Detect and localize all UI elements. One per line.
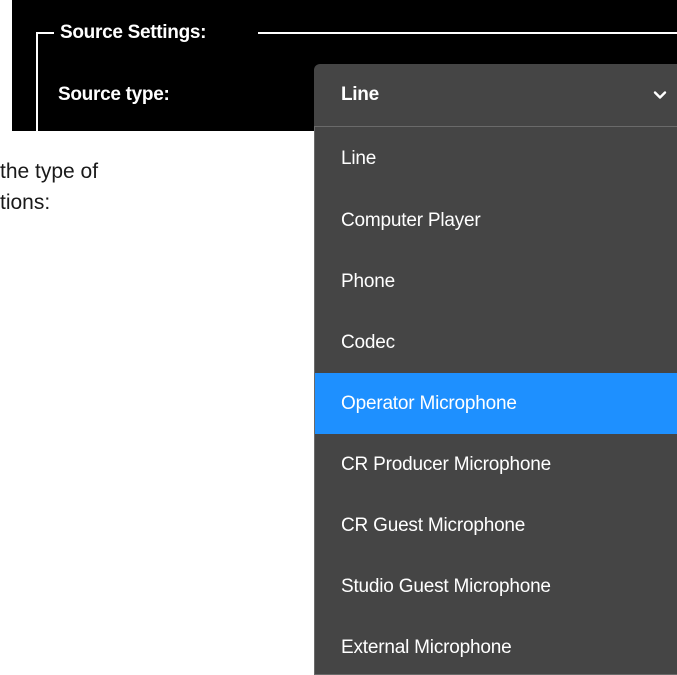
source-type-select[interactable]: Line	[314, 64, 677, 126]
source-type-dropdown-list: Line Computer Player Phone Codec Operato…	[314, 126, 677, 675]
option-cr-guest-microphone[interactable]: CR Guest Microphone	[315, 495, 677, 556]
page-background-strip	[0, 0, 12, 131]
source-type-label: Source type:	[58, 84, 170, 105]
body-paragraph: the type of tions:	[0, 156, 98, 218]
fieldset-border	[36, 32, 38, 131]
option-computer-player[interactable]: Computer Player	[315, 190, 677, 251]
fieldset-border	[258, 32, 677, 34]
chevron-down-icon[interactable]	[653, 88, 667, 102]
body-text-line: the type of	[0, 160, 99, 183]
body-text-line: tions:	[0, 191, 51, 214]
option-external-microphone[interactable]: External Microphone	[315, 617, 677, 674]
option-cr-producer-microphone[interactable]: CR Producer Microphone	[315, 434, 677, 495]
source-settings-legend: Source Settings:	[60, 22, 207, 43]
option-phone[interactable]: Phone	[315, 251, 677, 312]
source-settings-panel: Source Settings: Source type: Line	[0, 0, 677, 131]
screen: Source Settings: Source type: Line the t…	[0, 0, 677, 675]
option-studio-guest-microphone[interactable]: Studio Guest Microphone	[315, 556, 677, 617]
fieldset-border	[36, 32, 54, 34]
option-operator-microphone[interactable]: Operator Microphone	[315, 373, 677, 434]
option-codec[interactable]: Codec	[315, 312, 677, 373]
source-type-selected-value: Line	[341, 84, 379, 105]
option-line[interactable]: Line	[315, 127, 677, 190]
